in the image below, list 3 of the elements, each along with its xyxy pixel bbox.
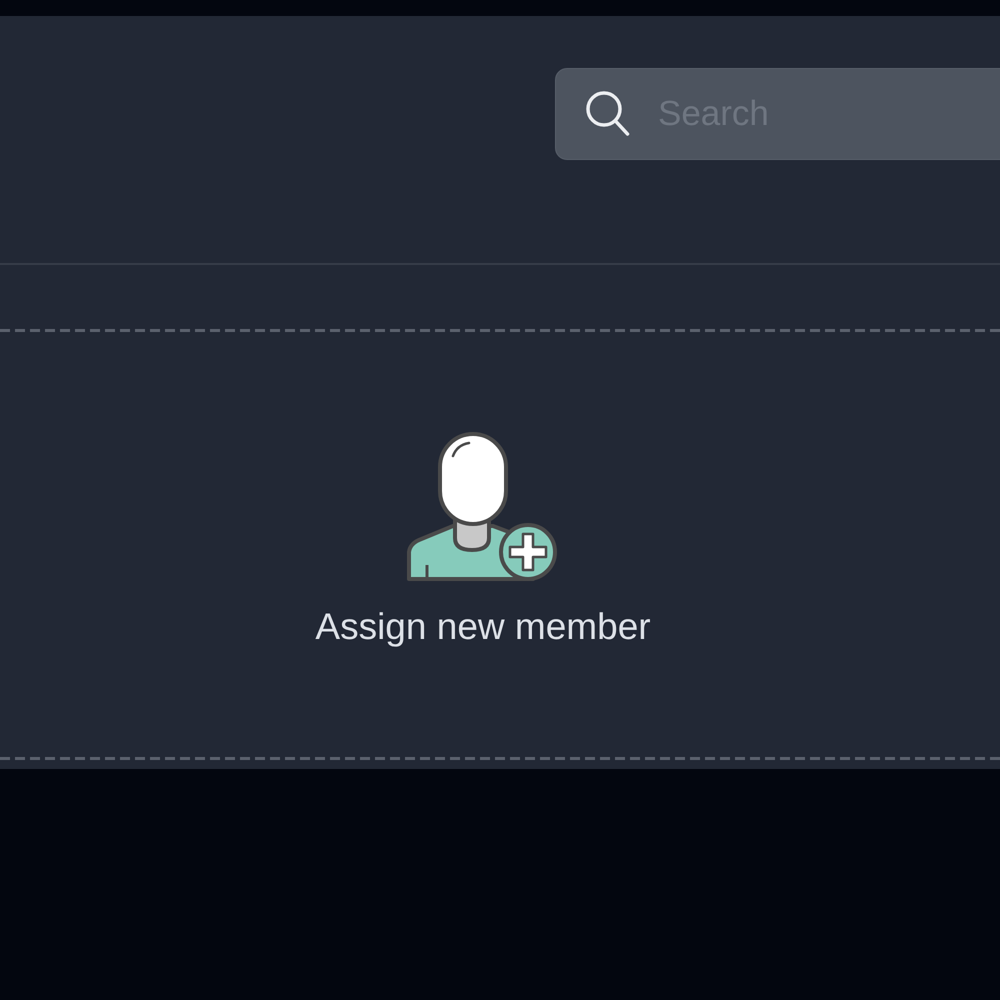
- assign-member-button[interactable]: Assign new member: [0, 329, 1000, 760]
- search-icon: [586, 91, 630, 137]
- add-user-icon: [407, 432, 559, 582]
